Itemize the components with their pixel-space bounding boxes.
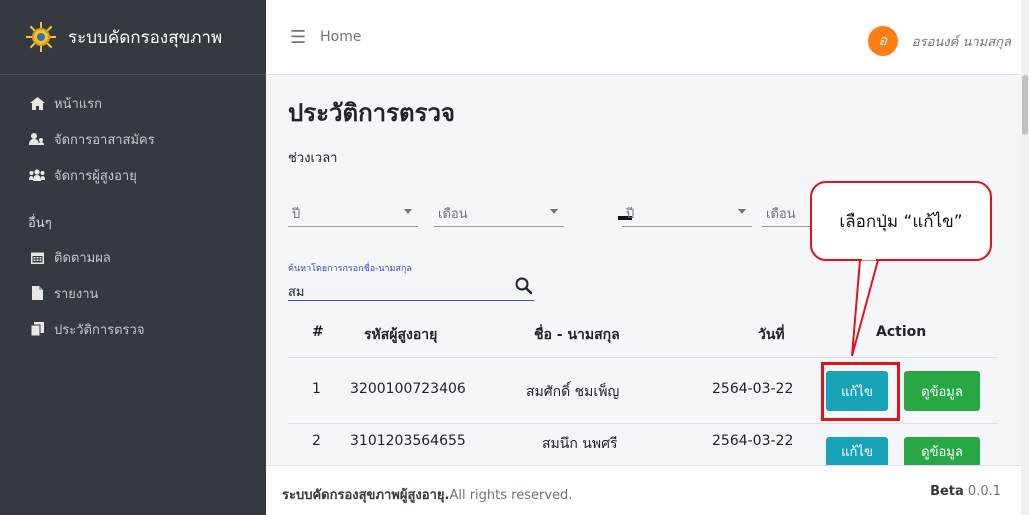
sidebar-item-label: หน้าแรก [54, 96, 102, 112]
sun-logo-icon [26, 22, 56, 52]
callout-bubble: เลือกปุ่ม “แก้ไข” [810, 181, 992, 261]
sidebar-item-label: จัดการผู้สูงอายุ [54, 168, 137, 184]
search-input[interactable]: สม [288, 275, 534, 301]
footer-version: Beta 0.0.1 [930, 484, 1001, 499]
sidebar: ระบบคัดกรองสุขภาพ หน้าแรก จัดการอาสาสมัค… [0, 0, 266, 515]
chevron-down-icon [404, 209, 412, 214]
search-caption: ค้นหาโดยการกรอกชื่อ-นามสกุล [288, 264, 412, 274]
footer-version-number: 0.0.1 [967, 484, 1001, 499]
brand-link[interactable]: ระบบคัดกรองสุขภาพ [0, 0, 266, 75]
sidebar-item-history[interactable]: ประวัติการตรวจ [0, 311, 266, 347]
users-icon [28, 133, 46, 145]
chevron-down-icon [738, 209, 746, 214]
view-button[interactable]: ดูข้อมูล [904, 371, 980, 411]
chevron-down-icon [550, 209, 558, 214]
sidebar-item-label: ประวัติการตรวจ [54, 322, 145, 338]
footer-version-label: Beta [930, 484, 964, 499]
sidebar-section-header: อื่นๆ [28, 216, 52, 231]
to-year-value: ปี [626, 207, 635, 222]
from-month-select[interactable]: เดือน [434, 203, 564, 227]
row-id: 3101203564655 [350, 433, 466, 449]
calendar-icon [28, 251, 46, 264]
search-value: สม [288, 285, 305, 300]
sidebar-item-followup[interactable]: ติดตามผล [0, 239, 266, 275]
col-header-action: Action [876, 324, 927, 340]
sidebar-item-elderly[interactable]: จัดการผู้สูงอายุ [0, 157, 266, 193]
group-icon [28, 169, 46, 181]
row-name: สมศักดิ์ ชมเพ็ญ [526, 384, 620, 400]
callout-text: เลือกปุ่ม “แก้ไข” [839, 211, 963, 232]
from-month-value: เดือน [438, 207, 468, 222]
menu-toggle-icon[interactable]: ☰ [290, 27, 306, 48]
col-header-date: วันที่ [758, 327, 785, 343]
col-header-number: # [312, 324, 324, 340]
sidebar-item-report[interactable]: รายงาน [0, 275, 266, 311]
search-icon[interactable] [514, 275, 534, 297]
row-name: สมนึก นพศรี [542, 436, 618, 452]
scrollbar-thumb[interactable] [1022, 75, 1028, 135]
view-button[interactable]: ดูข้อมูล [904, 437, 980, 466]
copy-icon [28, 322, 46, 336]
edit-button-highlight [821, 362, 900, 421]
sidebar-item-label: ติดตามผล [54, 250, 111, 266]
home-icon [28, 96, 46, 110]
scrollbar[interactable] [1021, 0, 1029, 515]
top-navbar: ☰ Home อ อรอนงค์ นามสกุล [266, 0, 1029, 75]
from-year-select[interactable]: ปี [288, 203, 418, 227]
col-header-name: ชื่อ - นามสกุล [534, 327, 620, 343]
period-label: ช่วงเวลา [288, 151, 338, 166]
file-icon [28, 286, 46, 300]
footer-brand: ระบบคัดกรองสุขภาพผู้สูงอายุ. [282, 488, 450, 503]
sidebar-item-label: จัดการอาสาสมัคร [54, 132, 155, 148]
main-content: ประวัติการตรวจ ช่วงเวลา ปี เดือน ปี เดือ… [266, 75, 1021, 466]
sidebar-item-label: รายงาน [54, 286, 99, 302]
edit-button[interactable]: แก้ไข [826, 437, 888, 466]
app-root: ระบบคัดกรองสุขภาพ หน้าแรก จัดการอาสาสมัค… [0, 0, 1029, 515]
row-number: 1 [312, 381, 321, 397]
row-date: 2564-03-22 [712, 381, 794, 397]
row-id: 3200100723406 [350, 381, 466, 397]
home-link[interactable]: Home [320, 29, 361, 45]
avatar: อ [867, 26, 898, 56]
row-number: 2 [312, 433, 321, 449]
col-header-id: รหัสผู้สูงอายุ [364, 327, 438, 343]
brand-title: ระบบคัดกรองสุขภาพ [68, 27, 223, 48]
footer-rights: All rights reserved. [449, 488, 573, 503]
from-year-value: ปี [292, 207, 301, 222]
sidebar-item-volunteers[interactable]: จัดการอาสาสมัคร [0, 121, 266, 157]
user-menu[interactable]: อ อรอนงค์ นามสกุล [867, 26, 1011, 56]
footer: ระบบคัดกรองสุขภาพผู้สูงอายุ.All rights r… [266, 465, 1021, 515]
user-name: อรอนงค์ นามสกุล [911, 34, 1011, 50]
to-year-select[interactable]: ปี [622, 203, 752, 227]
sidebar-item-home[interactable]: หน้าแรก [0, 85, 266, 121]
table-row: 2 3101203564655 สมนึก นพศรี 2564-03-22 แ… [288, 423, 998, 466]
to-month-value: เดือน [766, 207, 796, 222]
row-date: 2564-03-22 [712, 433, 794, 449]
footer-copyright: ระบบคัดกรองสุขภาพผู้สูงอายุ.All rights r… [282, 484, 572, 505]
page-title: ประวัติการตรวจ [288, 99, 455, 127]
